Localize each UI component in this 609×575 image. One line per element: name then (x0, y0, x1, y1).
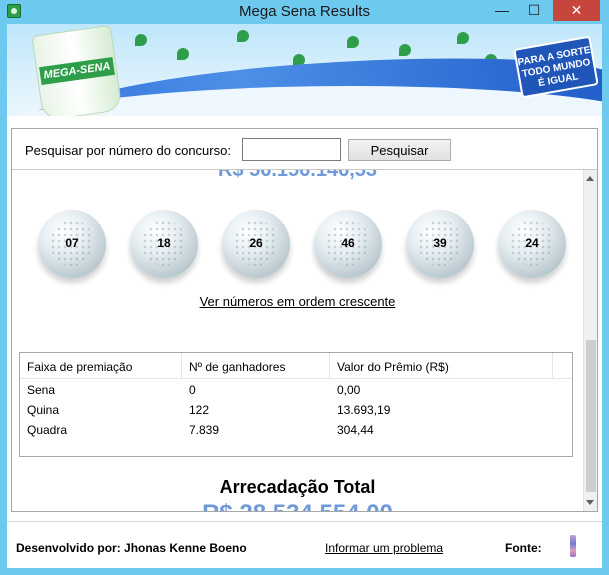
app-window: Mega Sena Results — ☐ ✕ MEGA-SENA PARA A… (0, 0, 609, 575)
total-collected-label: Arrecadação Total (219, 477, 376, 497)
table-cell: 0,00 (337, 383, 361, 397)
clover-icon (237, 30, 249, 42)
lottery-ball: 46 (314, 210, 382, 278)
table-cell: 122 (189, 403, 210, 417)
lottery-ball: 18 (130, 210, 198, 278)
vertical-scrollbar[interactable] (583, 170, 597, 511)
clover-icon (457, 32, 469, 44)
scroll-up-icon[interactable] (586, 176, 594, 181)
table-row[interactable]: Quina 122 13.693,19 (20, 400, 572, 420)
table-cell: 0 (189, 383, 196, 397)
source-logo-icon[interactable] (570, 535, 576, 557)
prize-table[interactable]: Faixa de premiação Nº de ganhadores Valo… (19, 352, 573, 457)
column-divider[interactable] (329, 353, 330, 379)
lottery-ball: 07 (38, 210, 106, 278)
lottery-ball: 26 (222, 210, 290, 278)
window-client-area: MEGA-SENA PARA A SORTE TODO MUNDO É IGUA… (7, 24, 602, 568)
footer-divider (7, 521, 602, 522)
column-header[interactable]: Valor do Prêmio (R$) (337, 360, 449, 374)
table-header: Faixa de premiação Nº de ganhadores Valo… (20, 353, 572, 379)
table-row[interactable]: Quadra 7.839 304,44 (20, 420, 572, 440)
search-label: Pesquisar por número do concurso: (25, 143, 231, 158)
table-cell: 7.839 (189, 423, 220, 437)
column-header[interactable]: Nº de ganhadores (189, 360, 285, 374)
contest-number-input[interactable] (242, 138, 341, 161)
ball-number: 18 (157, 236, 171, 250)
lottery-ball: 24 (498, 210, 566, 278)
scroll-down-icon[interactable] (586, 500, 594, 505)
table-cell: 304,44 (337, 423, 374, 437)
report-problem-link[interactable]: Informar um problema (325, 541, 443, 555)
scrollbar-thumb[interactable] (586, 340, 596, 492)
ball-number: 24 (525, 236, 539, 250)
developer-credit: Desenvolvido por: Jhonas Kenne Boeno (16, 541, 247, 555)
clover-icon (399, 44, 411, 56)
ball-number: 46 (341, 236, 355, 250)
table-row[interactable]: Sena 0 0,00 (20, 380, 572, 400)
mega-sena-banner: MEGA-SENA PARA A SORTE TODO MUNDO É IGUA… (7, 24, 602, 116)
title-bar[interactable]: Mega Sena Results — ☐ ✕ (0, 0, 609, 24)
column-divider[interactable] (552, 353, 553, 379)
prize-amount: R$ 56.156.146,53 (217, 169, 378, 181)
ball-number: 39 (433, 236, 447, 250)
ball-number: 07 (65, 236, 79, 250)
ball-number: 26 (249, 236, 263, 250)
sort-numbers-link[interactable]: Ver números em ordem crescente (12, 294, 583, 309)
column-header[interactable]: Faixa de premiação (27, 360, 132, 374)
table-cell: Sena (27, 383, 56, 397)
close-button[interactable]: ✕ (553, 0, 600, 21)
clover-icon (135, 34, 147, 46)
total-collected-value: R$ 28.534.554,00 (12, 500, 583, 511)
search-button[interactable]: Pesquisar (348, 139, 451, 161)
results-scroll-area[interactable]: R$ 56.156.146,53 07 18 26 46 39 24 Ver n… (12, 169, 597, 511)
table-cell: Quina (27, 403, 60, 417)
table-cell: Quadra (27, 423, 68, 437)
window-title: Mega Sena Results (239, 3, 370, 20)
maximize-button[interactable]: ☐ (520, 0, 548, 21)
source-label: Fonte: (505, 541, 542, 555)
minimize-button[interactable]: — (488, 0, 516, 21)
table-cell: 13.693,19 (337, 403, 391, 417)
clover-icon (347, 36, 359, 48)
lottery-ball: 39 (406, 210, 474, 278)
clover-icon (177, 48, 189, 60)
column-divider[interactable] (181, 353, 182, 379)
